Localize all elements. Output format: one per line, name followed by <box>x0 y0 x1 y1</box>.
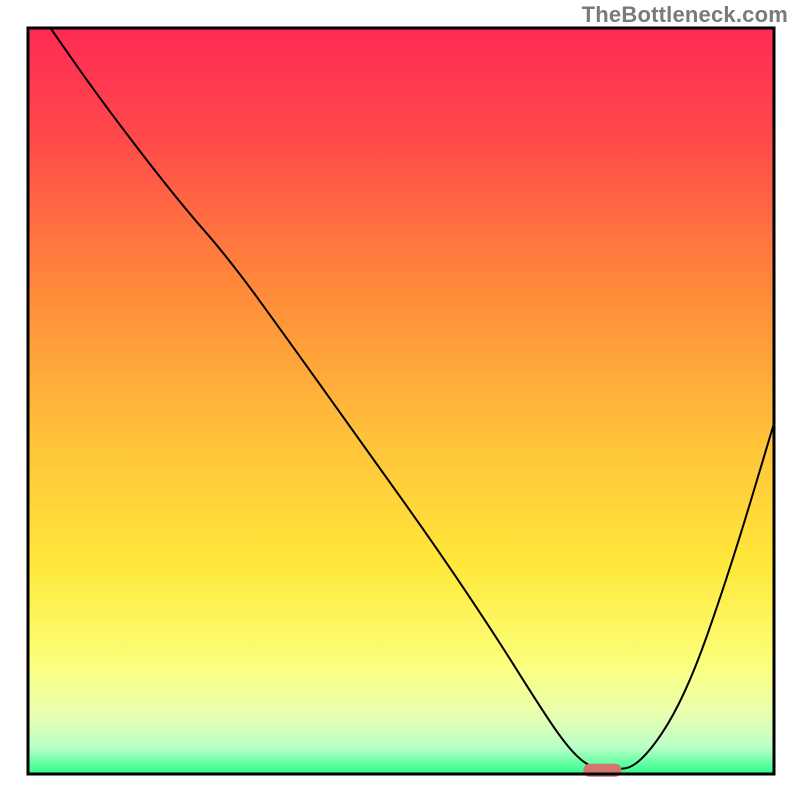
chart-container: TheBottleneck.com <box>0 0 800 800</box>
bottleneck-chart <box>0 0 800 800</box>
plot-background <box>28 28 774 774</box>
